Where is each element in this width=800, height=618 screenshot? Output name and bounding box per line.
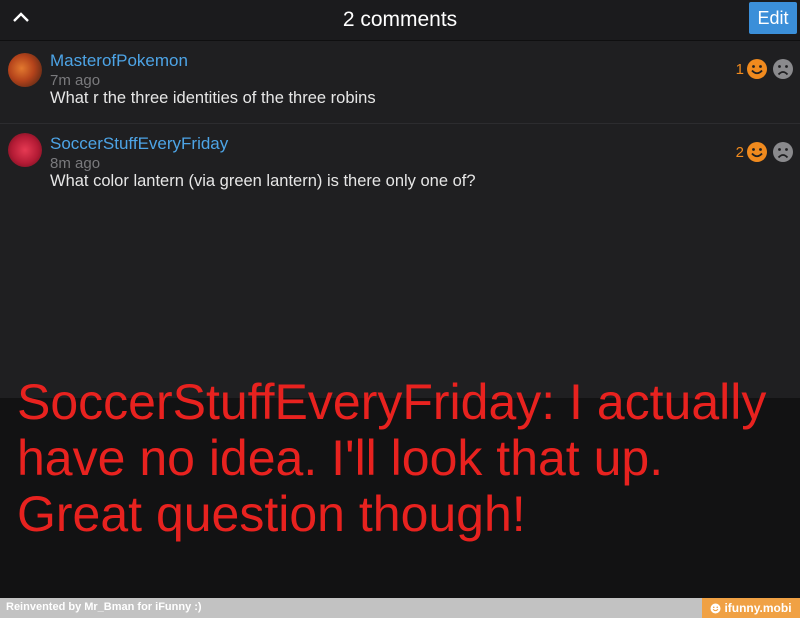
comment-timestamp: 7m ago: [50, 72, 101, 89]
top-bar: 2 comments Edit: [0, 0, 800, 41]
page-title: 2 comments: [342, 8, 458, 31]
comment-username[interactable]: MasterofPokemon: [50, 51, 188, 71]
edit-button[interactable]: Edit: [749, 2, 797, 34]
smile-icon: [710, 603, 721, 613]
site-badge: ifunny.mobi: [702, 598, 800, 618]
credit-text: Reinvented by Mr_Bman for iFunny :): [6, 601, 202, 613]
meme-caption: SoccerStuffEveryFriday: I actually have …: [17, 374, 767, 542]
avatar[interactable]: [8, 53, 42, 87]
comment-score: 2: [735, 144, 744, 161]
comment-score: 1: [735, 61, 744, 78]
comment-item[interactable]: MasterofPokemon 7m ago What r the three …: [0, 41, 800, 124]
smile-icon[interactable]: [746, 58, 768, 80]
empty-comment-area: [0, 205, 800, 398]
comment-item[interactable]: SoccerStuffEveryFriday 8m ago What color…: [0, 124, 800, 207]
avatar[interactable]: [8, 133, 42, 167]
watermark-bar: Reinvented by Mr_Bman for iFunny :) ifun…: [0, 598, 800, 618]
site-label: ifunny.mobi: [724, 601, 792, 615]
frown-icon[interactable]: [772, 58, 794, 80]
smile-icon[interactable]: [746, 141, 768, 163]
comment-timestamp: 8m ago: [50, 155, 101, 172]
comment-username[interactable]: SoccerStuffEveryFriday: [50, 134, 228, 154]
frown-icon[interactable]: [772, 141, 794, 163]
comment-text: What color lantern (via green lantern) i…: [50, 172, 476, 190]
comment-text: What r the three identities of the three…: [50, 89, 376, 107]
